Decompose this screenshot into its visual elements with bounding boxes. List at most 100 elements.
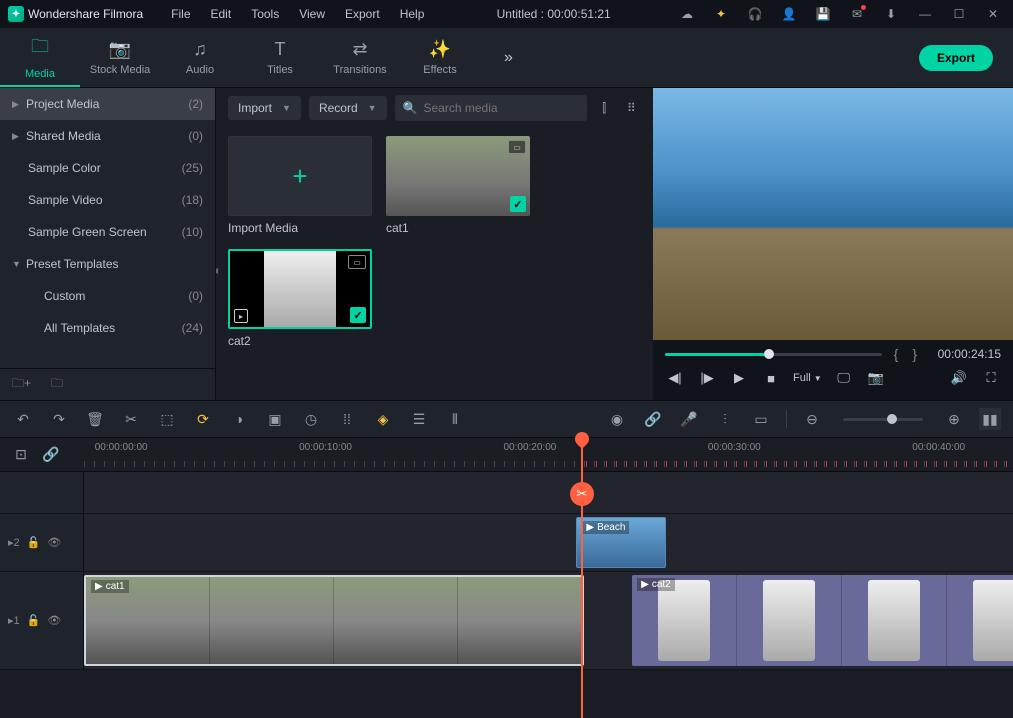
scissors-icon[interactable]: ✂ — [570, 482, 594, 506]
chevron-right-icon: ▶ — [12, 131, 26, 142]
keyframe-icon[interactable]: ◈ — [372, 408, 394, 430]
timeline-clip-cat1[interactable]: ▶cat1 — [84, 575, 584, 666]
menu-view[interactable]: View — [291, 3, 333, 25]
sidebar-item-sample-color[interactable]: Sample Color (25) — [0, 152, 215, 184]
zoom-fit-icon[interactable]: ▮▮ — [979, 408, 1001, 430]
adjust-icon[interactable]: ☰ — [408, 408, 430, 430]
tab-audio[interactable]: ♫ Audio — [160, 28, 240, 87]
import-dropdown[interactable]: Import ▼ — [228, 96, 301, 120]
menu-tools[interactable]: Tools — [243, 3, 287, 25]
filter-icon[interactable]: ⫿ — [595, 96, 614, 120]
sidebar-item-custom[interactable]: Custom (0) — [0, 280, 215, 312]
undo-icon[interactable]: ↶ — [12, 408, 34, 430]
split-icon[interactable]: ✂ — [120, 408, 142, 430]
eye-icon[interactable]: 👁 — [47, 536, 61, 549]
check-icon: ✓ — [350, 307, 366, 323]
track-badge: ▸2 — [8, 536, 20, 549]
sidebar-item-shared-media[interactable]: ▶ Shared Media (0) — [0, 120, 215, 152]
sidebar-item-all-templates[interactable]: All Templates (24) — [0, 312, 215, 344]
new-folder-icon[interactable]: 🗀+ — [12, 374, 31, 395]
redo-icon[interactable]: ↷ — [48, 408, 70, 430]
sidebar-item-sample-green-screen[interactable]: Sample Green Screen (10) — [0, 216, 215, 248]
preview-viewport[interactable] — [653, 88, 1013, 340]
export-button[interactable]: Export — [919, 45, 993, 71]
zoom-out-icon[interactable]: ⊖ — [801, 408, 823, 430]
import-media-tile[interactable]: + Import Media — [228, 136, 372, 235]
cloud-icon[interactable]: ☁ — [675, 2, 699, 26]
sidebar-item-project-media[interactable]: ▶ Project Media (2) — [0, 88, 215, 120]
lock-icon[interactable]: 🔓 — [27, 536, 41, 549]
tab-titles[interactable]: T Titles — [240, 28, 320, 87]
more-tabs-icon[interactable]: » — [500, 45, 517, 71]
playhead[interactable]: ✂ — [581, 438, 583, 718]
timeline-clip-beach[interactable]: ▶Beach — [576, 517, 666, 568]
tab-media[interactable]: 🗀 Media — [0, 28, 80, 87]
zoom-slider[interactable] — [843, 418, 923, 421]
quality-dropdown[interactable]: Full ▼ — [793, 372, 822, 384]
crop-icon[interactable]: ⬚ — [156, 408, 178, 430]
render-icon[interactable]: ▭ — [750, 408, 772, 430]
eye-icon[interactable]: 👁 — [47, 614, 61, 627]
play-icon: ▶ — [641, 579, 649, 590]
app-logo-icon: ✦ — [8, 6, 24, 22]
grid-view-icon[interactable]: ⠿ — [622, 96, 641, 120]
transitions-icon: ⇄ — [352, 39, 367, 60]
menu-export[interactable]: Export — [337, 3, 388, 25]
timeline-ruler[interactable]: ⊡ 🔗 00:00:00:00 00:00:10:00 00:00:20:00 … — [0, 438, 1013, 472]
snapshot-icon[interactable]: 📷 — [866, 368, 886, 388]
tab-effects[interactable]: ✨ Effects — [400, 28, 480, 87]
menu-help[interactable]: Help — [392, 3, 433, 25]
media-item-cat1[interactable]: ▭ ✓ cat1 — [386, 136, 530, 235]
media-item-cat2[interactable]: ▭ ▸ ✓ cat2 — [228, 249, 372, 348]
duration-icon[interactable]: ◷ — [300, 408, 322, 430]
audio-mixer-icon[interactable]: ⫶ — [714, 408, 736, 430]
link-icon[interactable]: 🔗 — [40, 444, 62, 466]
detect-icon[interactable]: ⁞⁞ — [336, 408, 358, 430]
display-icon[interactable]: 🖵 — [834, 368, 854, 388]
menu-edit[interactable]: Edit — [203, 3, 240, 25]
tab-transitions[interactable]: ⇄ Transitions — [320, 28, 400, 87]
lock-icon[interactable]: 🔓 — [27, 614, 41, 627]
headphones-icon[interactable]: 🎧 — [743, 2, 767, 26]
folder-icon: 🗀 — [31, 34, 49, 64]
save-icon[interactable]: 💾 — [811, 2, 835, 26]
tab-stock-media[interactable]: 📷 Stock Media — [80, 28, 160, 87]
mark-in-icon[interactable]: { — [892, 346, 901, 362]
audio-wave-icon[interactable]: ⫴ — [444, 408, 466, 430]
maximize-icon[interactable]: ☐ — [947, 2, 971, 26]
mark-out-icon[interactable]: } — [910, 346, 919, 362]
video-badge-icon: ▭ — [508, 140, 526, 154]
sync-icon[interactable]: 🔗 — [642, 408, 664, 430]
stop-button[interactable]: ■ — [761, 368, 781, 388]
close-window-icon[interactable]: ✕ — [981, 2, 1005, 26]
media-sidebar: ▶ Project Media (2) ▶ Shared Media (0) S… — [0, 88, 216, 400]
message-icon[interactable]: ✉ — [845, 2, 869, 26]
speed-icon[interactable]: ⟳ — [192, 408, 214, 430]
menu-file[interactable]: File — [163, 3, 198, 25]
record-dropdown[interactable]: Record ▼ — [309, 96, 387, 120]
mixer-icon[interactable]: ◉ — [606, 408, 628, 430]
play-button[interactable]: ▶ — [729, 368, 749, 388]
play-pause-button[interactable]: |▶ — [697, 368, 717, 388]
minimize-icon[interactable]: — — [913, 2, 937, 26]
caret-down-icon: ▼ — [368, 103, 377, 113]
zoom-in-icon[interactable]: ⊕ — [943, 408, 965, 430]
search-media-input[interactable]: 🔍 — [395, 95, 587, 121]
timeline-clip-cat2[interactable]: ▶cat2 — [632, 575, 1013, 666]
fullscreen-icon[interactable]: ⛶ — [981, 368, 1001, 388]
track-options-icon[interactable]: ⊡ — [10, 444, 32, 466]
voiceover-icon[interactable]: 🎤 — [678, 408, 700, 430]
lightbulb-icon[interactable]: ✦ — [709, 2, 733, 26]
account-icon[interactable]: 👤 — [777, 2, 801, 26]
sidebar-item-sample-video[interactable]: Sample Video (18) — [0, 184, 215, 216]
sidebar-item-preset-templates[interactable]: ▼ Preset Templates — [0, 248, 215, 280]
prev-frame-button[interactable]: ◀| — [665, 368, 685, 388]
preview-scrubber[interactable] — [665, 353, 882, 356]
app-name: Wondershare Filmora — [28, 7, 143, 21]
green-screen-icon[interactable]: ▣ — [264, 408, 286, 430]
download-icon[interactable]: ⬇ — [879, 2, 903, 26]
volume-icon[interactable]: 🔊 — [949, 368, 969, 388]
folder-icon[interactable]: 🗀 — [51, 374, 63, 395]
color-icon[interactable]: ◑ — [228, 408, 250, 430]
delete-icon[interactable]: 🗑 — [84, 408, 106, 430]
